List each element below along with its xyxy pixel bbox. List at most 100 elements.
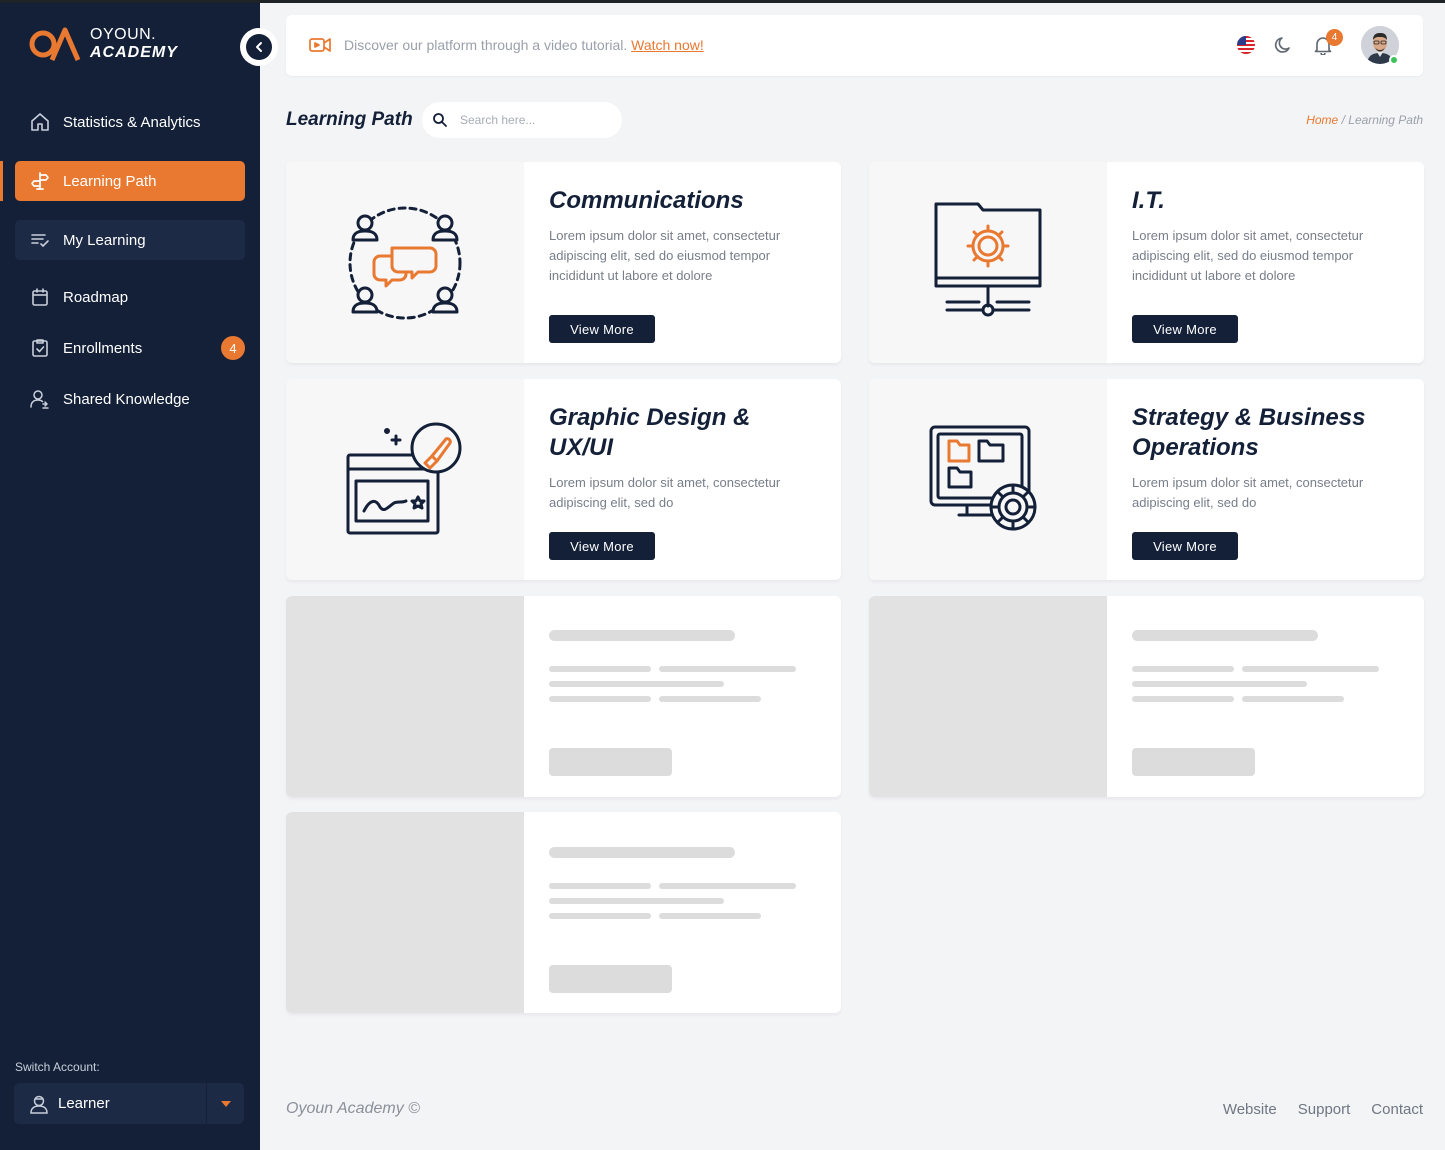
notification-badge: 4 <box>1326 29 1343 46</box>
sidebar-item-label: Enrollments <box>63 339 143 357</box>
skeleton-line <box>659 696 761 702</box>
footer-brand: Oyoun Academy © <box>286 1100 420 1117</box>
skeleton-card <box>286 596 841 797</box>
sidebar-item-statistics[interactable]: Statistics & Analytics <box>15 102 245 142</box>
sidebar-item-enrollments[interactable]: Enrollments 4 <box>15 328 245 368</box>
skeleton-line <box>549 898 724 904</box>
skeleton-line <box>1132 681 1307 687</box>
skeleton-image <box>286 596 524 797</box>
sidebar-item-learning-path[interactable]: Learning Path <box>15 161 245 201</box>
skeleton-title <box>549 630 735 641</box>
skeleton-title <box>1132 630 1318 641</box>
skeleton-line <box>1242 666 1379 672</box>
skeleton-line <box>659 666 796 672</box>
view-more-button[interactable]: View More <box>549 315 655 343</box>
course-card: Communications Lorem ipsum dolor sit ame… <box>286 162 841 363</box>
sidebar-item-shared-knowledge[interactable]: Shared Knowledge <box>15 379 245 419</box>
brand-line2: ACADEMY <box>90 44 178 61</box>
moon-icon[interactable] <box>1272 33 1296 57</box>
skeleton-line <box>659 913 761 919</box>
card-description: Lorem ipsum dolor sit amet, consectetur … <box>549 475 781 510</box>
online-status-dot <box>1389 55 1399 65</box>
logo-mark-icon <box>29 27 81 61</box>
sidebar-item-label: Learning Path <box>63 172 157 190</box>
card-description: Lorem ipsum dolor sit amet, consectetur … <box>1132 228 1364 283</box>
computer-network-icon <box>934 202 1042 316</box>
skeleton-card <box>286 812 841 1013</box>
card-description: Lorem ipsum dolor sit amet, consectetur … <box>549 228 781 283</box>
clipboard-check-icon <box>29 337 51 359</box>
brand-line1: OYOUN. <box>90 26 157 43</box>
notification-bell-icon[interactable]: 4 <box>1311 29 1343 57</box>
skeleton-line <box>549 666 651 672</box>
card-title: I.T. <box>1132 187 1165 214</box>
page-title: Learning Path <box>286 109 413 130</box>
users-share-icon <box>29 388 51 410</box>
brand-logo[interactable]: OYOUN. ACADEMY <box>28 26 178 62</box>
sidebar-item-label: Shared Knowledge <box>63 390 190 408</box>
footer-link-support[interactable]: Support <box>1298 1101 1351 1118</box>
skeleton-image <box>286 812 524 1013</box>
calendar-icon <box>29 286 51 308</box>
communication-icon <box>348 206 462 319</box>
switch-account-label: Switch Account: <box>15 1060 100 1074</box>
language-flag-icon[interactable] <box>1234 33 1258 57</box>
skeleton-line <box>549 883 651 889</box>
card-title: Graphic Design & UX/UI <box>549 404 751 461</box>
breadcrumb-home[interactable]: Home <box>1306 113 1338 127</box>
course-card: Graphic Design & UX/UI Lorem ipsum dolor… <box>286 379 841 580</box>
card-description: Lorem ipsum dolor sit amet, consectetur … <box>1132 475 1364 510</box>
skeleton-title <box>549 847 735 858</box>
chevron-down-icon[interactable] <box>206 1083 244 1124</box>
skeleton-line <box>549 913 651 919</box>
skeleton-button <box>1132 748 1255 776</box>
skeleton-line <box>549 696 651 702</box>
skeleton-button <box>549 965 672 993</box>
home-icon <box>29 111 51 133</box>
account-switcher[interactable]: Learner <box>14 1083 244 1124</box>
skeleton-line <box>659 883 796 889</box>
view-more-button[interactable]: View More <box>1132 532 1238 560</box>
breadcrumb-current: Learning Path <box>1348 113 1423 127</box>
course-card: I.T. Lorem ipsum dolor sit amet, consect… <box>869 162 1424 363</box>
tutorial-text: Discover our platform through a video tu… <box>344 37 628 53</box>
breadcrumb-separator: / <box>1341 113 1345 127</box>
breadcrumb: Home / Learning Path <box>1306 113 1423 127</box>
view-more-button[interactable]: View More <box>1132 315 1238 343</box>
chevron-left-icon <box>256 42 262 52</box>
sidebar-item-my-learning[interactable]: My Learning <box>15 220 245 260</box>
active-indicator <box>0 161 3 201</box>
sidebar-item-label: Statistics & Analytics <box>63 113 201 131</box>
skeleton-image <box>869 596 1107 797</box>
course-card: Strategy & Business Operations Lorem ips… <box>869 379 1424 580</box>
search-input[interactable] <box>460 113 610 127</box>
footer-link-website[interactable]: Website <box>1223 1101 1277 1118</box>
skeleton-line <box>1132 666 1234 672</box>
top-border <box>0 0 1445 3</box>
operations-gear-icon <box>929 425 1037 530</box>
search-box[interactable] <box>422 102 622 138</box>
sidebar-collapse-button[interactable] <box>240 28 278 66</box>
skeleton-line <box>549 681 724 687</box>
card-title: Strategy & Business Operations <box>1132 404 1366 461</box>
footer-link-contact[interactable]: Contact <box>1371 1101 1423 1118</box>
video-tutorial-icon <box>309 38 331 52</box>
skeleton-card <box>869 596 1424 797</box>
sidebar-item-label: My Learning <box>63 231 146 249</box>
view-more-button[interactable]: View More <box>549 532 655 560</box>
account-value: Learner <box>58 1095 110 1112</box>
card-title: Communications <box>549 187 744 214</box>
list-check-icon <box>29 229 51 251</box>
sidebar-item-label: Roadmap <box>63 288 129 306</box>
sidebar: OYOUN. ACADEMY Statistics & Analytics Le… <box>0 0 260 1150</box>
enrollments-badge: 4 <box>221 336 245 360</box>
tutorial-banner: Discover our platform through a video tu… <box>344 37 704 53</box>
skeleton-line <box>1132 696 1234 702</box>
skeleton-line <box>1242 696 1344 702</box>
watch-now-link[interactable]: Watch now! <box>631 37 704 53</box>
skeleton-button <box>549 748 672 776</box>
footer-links: Website Support Contact <box>1223 1101 1423 1118</box>
top-bar: Discover our platform through a video tu… <box>286 15 1423 76</box>
sidebar-item-roadmap[interactable]: Roadmap <box>15 277 245 317</box>
search-icon <box>433 113 447 127</box>
